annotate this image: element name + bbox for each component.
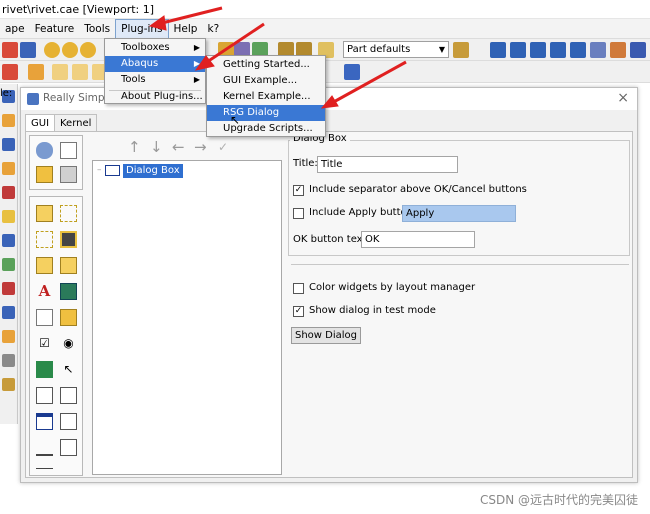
annotation-arrows — [148, 6, 407, 109]
arrow-to-plugins — [148, 6, 223, 31]
watermark: CSDN @远古时代的完美囚徒 — [479, 493, 638, 507]
arrow-to-rsg — [320, 60, 407, 109]
arrow-to-abaqus — [194, 22, 265, 71]
